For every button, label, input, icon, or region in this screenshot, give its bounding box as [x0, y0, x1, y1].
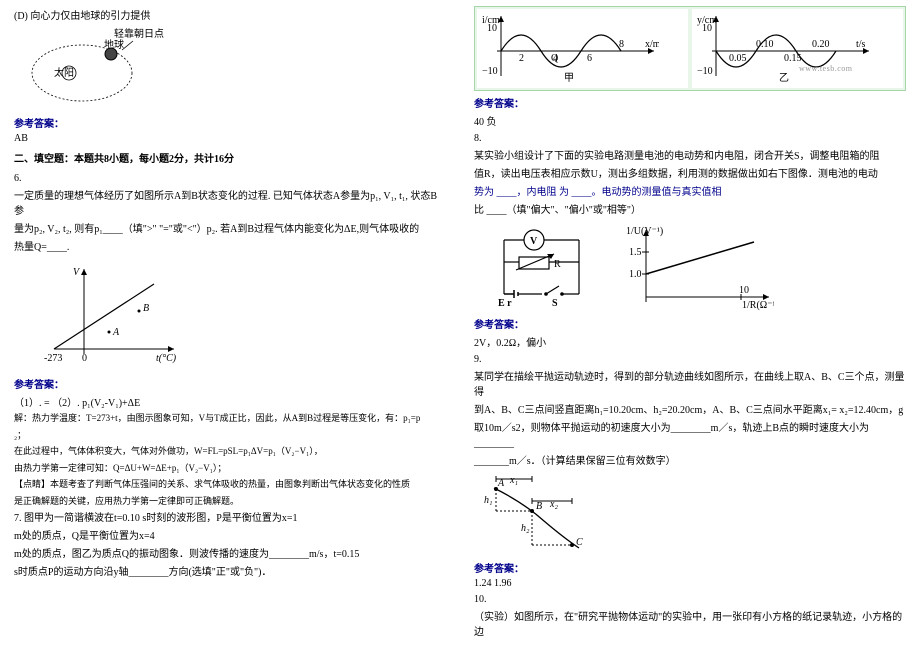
- q8-text-3: 势为 ____，内电阻 为 ____。电动势的测量值与真实值相: [474, 185, 906, 200]
- wave-graph-left: i/cm 10 −10 x/m Q 2 4 6 8 甲: [477, 9, 688, 88]
- orbit-diagram: 太阳 地球 轻靠朝日点: [14, 28, 446, 111]
- svg-text:h₁: h₁: [484, 495, 492, 506]
- answer-label-7: 参考答案：: [474, 95, 906, 110]
- q7-text-4: s时质点P的运动方向沿y轴________方向(选填"正"或"负")．: [14, 565, 446, 580]
- svg-text:10: 10: [702, 23, 712, 34]
- svg-text:6: 6: [587, 53, 592, 64]
- q6-text-2: 量为p₂, V₂, t₂, 则有p₁____（填">" "="或"<"）p₂. …: [14, 222, 446, 237]
- svg-text:0.10: 0.10: [756, 39, 774, 50]
- svg-text:t/s: t/s: [856, 39, 866, 50]
- graph-vt: A B V t(°C) -273 0: [14, 259, 446, 372]
- svg-text:A: A: [112, 327, 120, 338]
- circuit-and-graph: V R E r S: [474, 222, 906, 312]
- option-d: (D) 向心力仅由地球的引力提供: [14, 9, 446, 24]
- svg-text:R: R: [554, 259, 561, 270]
- svg-text:A: A: [497, 478, 505, 489]
- answer-5: AB: [14, 133, 446, 144]
- exp6-3: 在此过程中，气体体积变大，气体对外做功，W=FL=pSL=p₁ΔV=p₁（V₂−…: [14, 445, 446, 459]
- q6-text-3: 热量Q=____.: [14, 240, 446, 255]
- left-column: (D) 向心力仅由地球的引力提供 太阳 地球 轻靠朝日点 参考答案： AB 二、…: [0, 0, 460, 651]
- svg-text:x₁: x₁: [509, 475, 518, 486]
- svg-text:1.0: 1.0: [629, 269, 642, 280]
- exp6-2: ₂；: [14, 429, 446, 443]
- q6-text-1: 一定质量的理想气体经历了如图所示A到B状态变化的过程. 已知气体状态A参量为p₁…: [14, 189, 446, 219]
- u-r-graph: 1.0 1.5 1/U(V⁻¹) 1/R(Ω⁻¹) 10: [624, 222, 774, 312]
- circuit-svg: V R E r S: [474, 222, 614, 312]
- answer-label-8: 参考答案：: [474, 316, 906, 331]
- right-column: i/cm 10 −10 x/m Q 2 4 6 8 甲 y/cm 10: [460, 0, 920, 651]
- q8-text-1: 某实验小组设计了下面的实验电路测量电池的电动势和内电阻，闭合开关S，调整电阻箱的…: [474, 149, 906, 164]
- svg-text:x/m: x/m: [645, 39, 659, 50]
- wave-panel: i/cm 10 −10 x/m Q 2 4 6 8 甲 y/cm 10: [474, 6, 906, 91]
- answer-7: 40 负: [474, 113, 906, 128]
- svg-text:t(°C): t(°C): [156, 353, 177, 364]
- svg-text:www.tesb.com: www.tesb.com: [799, 64, 853, 73]
- q10-number: 10.: [474, 592, 906, 607]
- svg-text:0: 0: [82, 353, 87, 364]
- svg-text:乙: 乙: [779, 72, 789, 83]
- answer-label-6: 参考答案：: [14, 376, 446, 391]
- q7-text-3: m处的质点，图乙为质点Q的振动图象．则波传播的速度为________m/s，t=…: [14, 547, 446, 562]
- q8-number: 8.: [474, 131, 906, 146]
- q7-text-1: 7. 图甲为一简谐横波在t=0.10 s时刻的波形图，P是平衡位置为x=1: [14, 511, 446, 526]
- q8-text-2: 值R，读出电压表相应示数U，测出多组数据，利用测的数据做出如右下图像．测电池的电…: [474, 167, 906, 182]
- q9-text-1: 某同学在描绘平抛运动轨迹时，得到的部分轨迹曲线如图所示，在曲线上取A、B、C三个…: [474, 370, 906, 400]
- svg-text:0.05: 0.05: [729, 53, 747, 64]
- svg-text:V: V: [73, 267, 81, 278]
- svg-text:4: 4: [553, 53, 558, 64]
- svg-text:−10: −10: [697, 66, 713, 77]
- answer-label-9: 参考答案：: [474, 560, 906, 575]
- svg-text:10: 10: [487, 23, 497, 34]
- section-2-heading: 二、填空题：本题共8小题，每小题2分，共计16分: [14, 150, 446, 165]
- q7-text-2: m处的质点，Q是平衡位置为x=4: [14, 529, 446, 544]
- aphelion-label: 轻靠朝日点: [114, 28, 164, 40]
- svg-text:0.20: 0.20: [812, 39, 830, 50]
- svg-text:1/U(V⁻¹): 1/U(V⁻¹): [626, 226, 663, 237]
- svg-text:2: 2: [519, 53, 524, 64]
- q9-text-3: 取10m／s2，则物体平抛运动的初速度大小为________m／s，轨迹上B点的…: [474, 421, 906, 451]
- wave-graph-right: y/cm 10 −10 t/s 0.05 0.10 0.15 0.20 乙 ww…: [692, 9, 903, 88]
- svg-text:C: C: [576, 537, 583, 548]
- svg-text:0.15: 0.15: [784, 53, 802, 64]
- answer-9: 1.24 1.96: [474, 578, 906, 589]
- answer-label-5: 参考答案：: [14, 115, 446, 130]
- q8-text-4: 比 ____（填"偏大"、"偏小"或"相等"）: [474, 203, 906, 218]
- exp6-1: 解：热力学温度：T=273+t，由图示图象可知，V与T成正比，因此，从A到B过程…: [14, 412, 446, 426]
- svg-text:−10: −10: [482, 66, 498, 77]
- svg-text:B: B: [143, 303, 149, 314]
- svg-text:E r: E r: [498, 298, 512, 309]
- svg-text:甲: 甲: [564, 73, 574, 83]
- svg-text:-273: -273: [44, 353, 62, 364]
- svg-text:1.5: 1.5: [629, 247, 642, 258]
- q9-text-4: _______m／s．（计算结果保留三位有效数字）: [474, 454, 906, 469]
- svg-text:S: S: [552, 298, 558, 309]
- sun-label: 太阳: [54, 66, 74, 79]
- svg-text:V: V: [530, 236, 538, 247]
- svg-text:h₂: h₂: [521, 523, 530, 534]
- svg-text:B: B: [536, 501, 542, 512]
- answer-8: 2V，0.2Ω，偏小: [474, 334, 906, 349]
- q10-text-1: （实验）如图所示，在"研究平抛物体运动"的实验中，用一张印有小方格的纸记录轨迹，…: [474, 610, 906, 640]
- svg-text:1/R(Ω⁻¹): 1/R(Ω⁻¹): [742, 300, 774, 311]
- q6-number: 6.: [14, 171, 446, 186]
- exp6-5: 【点睛】本题考查了判断气体压强间的关系、求气体吸收的热量，由图象判断出气体状态变…: [14, 478, 446, 492]
- projectile-diagram: A B C h₁ h₂ x₁ x₂: [474, 473, 906, 556]
- svg-text:8: 8: [619, 39, 624, 50]
- exp6-4: 由热力学第一定律可知：Q=ΔU+W=ΔE+p₁（V₂−V₁）；: [14, 462, 446, 476]
- q9-text-2: 到A、B、C三点间竖直距离h₁=10.20cm、h₂=20.20cm，A、B、C…: [474, 403, 906, 418]
- q9-number: 9.: [474, 352, 906, 367]
- answer-6: （1）. = （2）. p₁(V₂-V₁)+ΔE: [14, 394, 446, 409]
- exp6-6: 是正确解题的关键，应用热力学第一定律即可正确解题。: [14, 495, 446, 509]
